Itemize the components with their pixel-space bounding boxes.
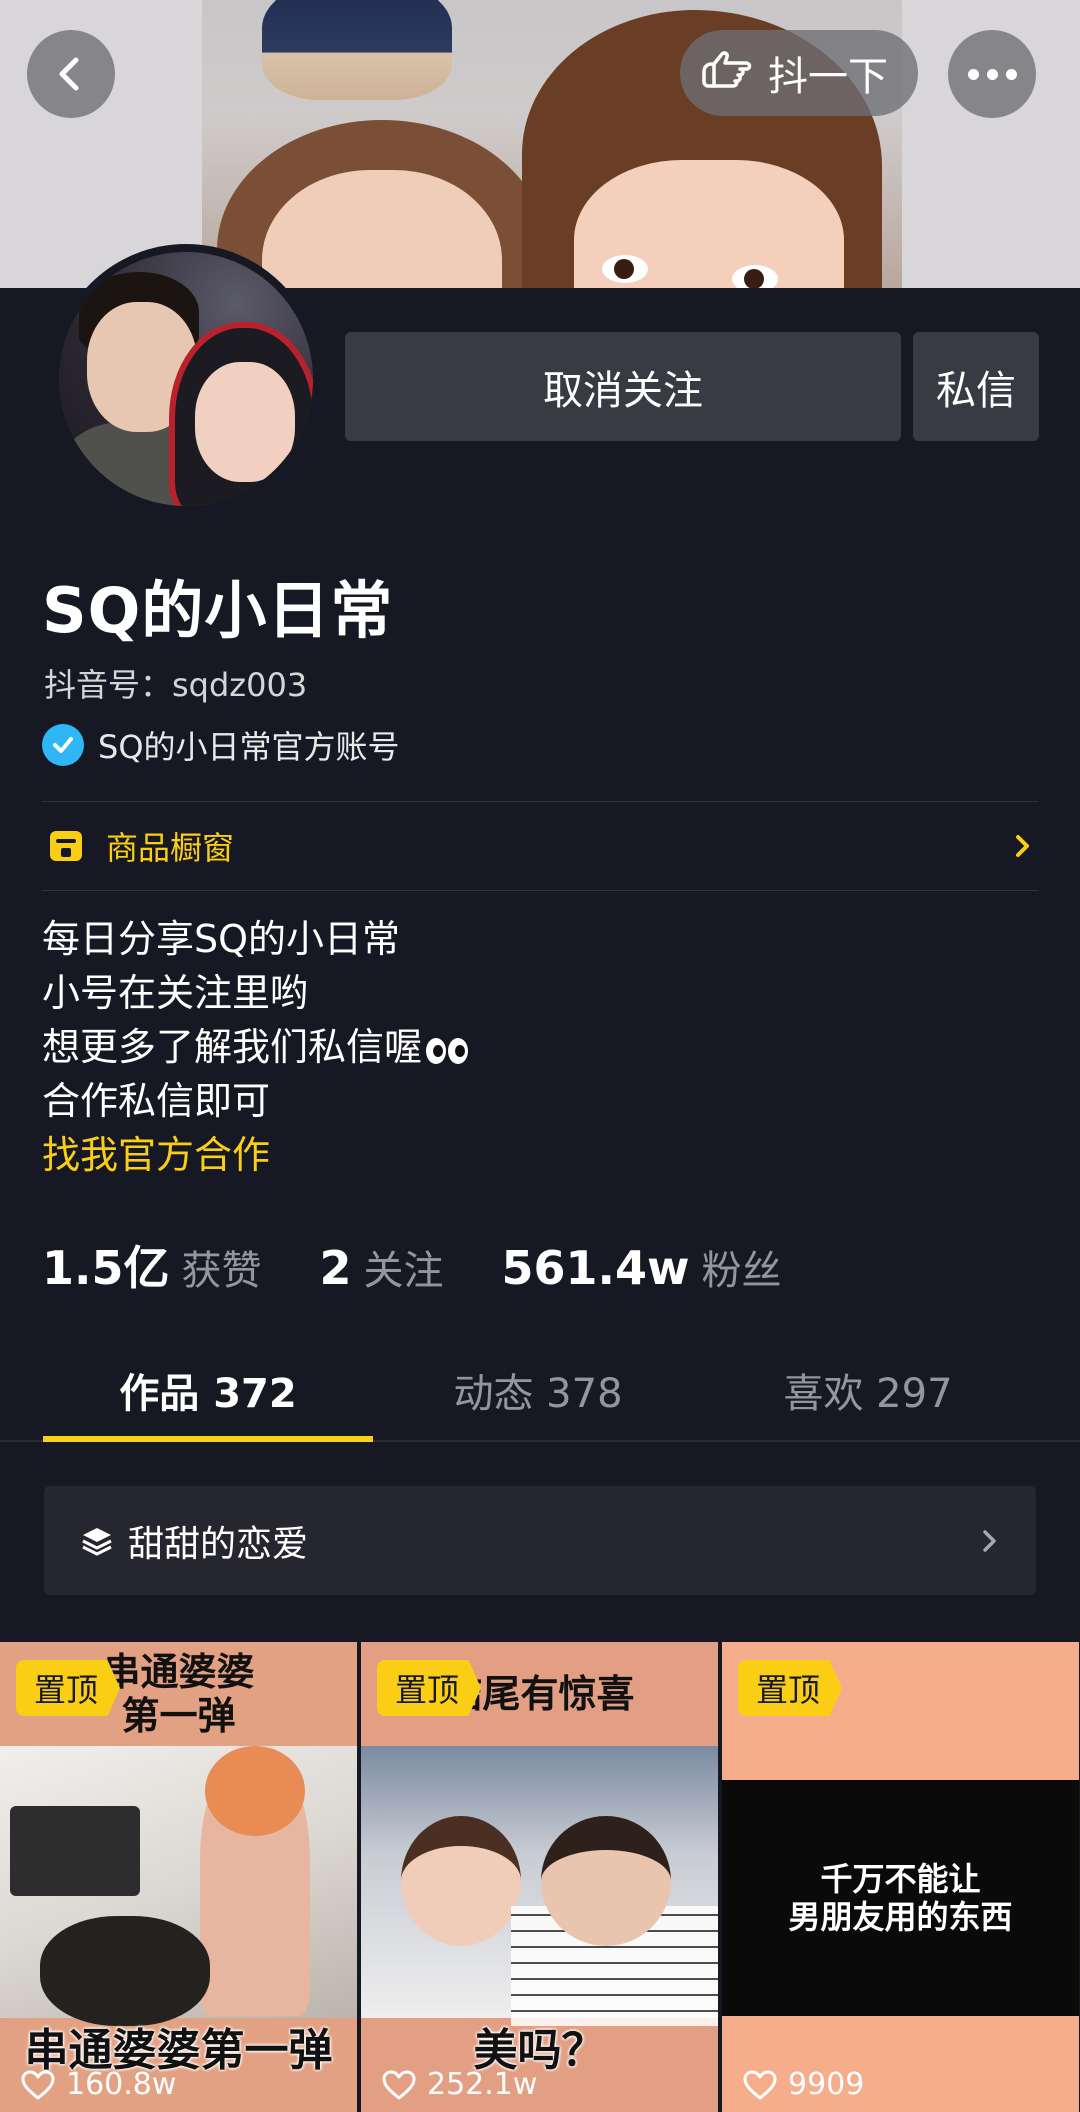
- video-grid: 串通婆婆 第一弹 置顶 串通婆婆第一弹 160.8w 结尾有惊喜 置顶 美吗？ …: [0, 1642, 1080, 2112]
- tab-likes[interactable]: 喜欢 297: [703, 1340, 1033, 1440]
- stat-label: 获赞: [181, 1248, 262, 1294]
- heart-outline-icon: [21, 2070, 55, 2099]
- stat-label: 粉丝: [701, 1248, 782, 1294]
- stat-value: 1.5亿: [42, 1241, 170, 1295]
- bio-line: 合作私信即可: [42, 1079, 271, 1123]
- nickname: SQ的小日常: [42, 574, 394, 647]
- video-thumbnail[interactable]: 结尾有惊喜 置顶 美吗？ 252.1w: [361, 1642, 718, 2112]
- heart-outline-icon: [382, 2070, 416, 2099]
- avatar[interactable]: [51, 244, 321, 514]
- verified-text: SQ的小日常官方账号: [98, 728, 400, 766]
- official-cooperation-link[interactable]: 找我官方合作: [42, 1128, 468, 1182]
- video-likes: 160.8w: [20, 2067, 176, 2102]
- likes-count: 9909: [788, 2067, 865, 2102]
- likes-count: 252.1w: [427, 2067, 538, 2102]
- shake-button[interactable]: 抖一下: [680, 30, 918, 116]
- pinned-badge: 置顶: [377, 1660, 482, 1716]
- stat-following[interactable]: 2 关注: [320, 1238, 444, 1296]
- video-thumbnail[interactable]: 置顶 千万不能让 男朋友用的东西 9909: [722, 1642, 1079, 2112]
- stat-followers[interactable]: 561.4w 粉丝: [502, 1238, 782, 1296]
- thumbnail-image: 千万不能让 男朋友用的东西: [722, 1780, 1079, 2016]
- shop-window-row[interactable]: 商品橱窗: [42, 802, 1038, 890]
- content-tabs: 作品 372 动态 378 喜欢 297: [0, 1340, 1080, 1442]
- heart-outline-icon: [743, 2070, 777, 2099]
- video-center-text: 千万不能让 男朋友用的东西: [788, 1860, 1013, 1936]
- stat-label: 关注: [363, 1248, 444, 1294]
- profile-stats: 1.5亿 获赞 2 关注 561.4w 粉丝: [42, 1232, 840, 1298]
- tabs-divider: [0, 1440, 1080, 1442]
- stat-likes: 1.5亿 获赞: [42, 1232, 262, 1298]
- layers-icon: [82, 1527, 112, 1555]
- likes-count: 160.8w: [66, 2067, 177, 2102]
- douyin-id: 抖音号：sqdz003: [44, 666, 308, 704]
- bio-line: 每日分享SQ的小日常: [42, 917, 401, 961]
- collection-label: 甜甜的恋爱: [128, 1523, 309, 1565]
- stat-value: 2: [319, 1241, 352, 1295]
- thumbnail-image: [361, 1746, 718, 2026]
- message-button[interactable]: 私信: [913, 332, 1039, 441]
- bio-line: 小号在关注里哟: [42, 971, 309, 1015]
- bio-line-with-emoji: 想更多了解我们私信喔: [42, 1020, 469, 1074]
- shop-window-label: 商品橱窗: [106, 829, 235, 867]
- more-dots-icon: [967, 68, 1017, 80]
- tab-works[interactable]: 作品 372: [43, 1340, 373, 1442]
- tab-dynamics[interactable]: 动态 378: [373, 1340, 703, 1440]
- stat-value: 561.4w: [501, 1241, 690, 1295]
- video-likes: 252.1w: [381, 2067, 537, 2102]
- shake-label: 抖一下: [768, 54, 888, 100]
- eyes-emoji-icon: [426, 1038, 469, 1064]
- profile-page: 抖一下 取消关注 私信 SQ的小日常 抖音号：sqdz003 SQ的小日常官方账…: [0, 0, 1080, 2112]
- collection-row[interactable]: 甜甜的恋爱: [44, 1486, 1036, 1595]
- video-likes: 9909: [742, 2067, 864, 2102]
- pinned-badge: 置顶: [738, 1660, 843, 1716]
- bio: 每日分享SQ的小日常 小号在关注里哟 想更多了解我们私信喔 合作私信即可 找我官…: [42, 912, 469, 1182]
- chevron-right-icon: [983, 1529, 996, 1552]
- verified-check-icon: [42, 724, 84, 766]
- unfollow-button[interactable]: 取消关注: [345, 332, 901, 441]
- pinned-badge: 置顶: [16, 1660, 121, 1716]
- shop-icon: [50, 831, 82, 861]
- back-button[interactable]: [27, 30, 115, 118]
- chevron-right-icon: [1016, 835, 1029, 857]
- back-arrow-icon: [59, 57, 79, 91]
- bio-line-text: 想更多了解我们私信喔: [42, 1025, 423, 1069]
- cover-image: 抖一下: [0, 0, 1080, 288]
- more-button[interactable]: [948, 30, 1036, 118]
- video-thumbnail[interactable]: 串通婆婆 第一弹 置顶 串通婆婆第一弹 160.8w: [0, 1642, 357, 2112]
- verified-badge: SQ的小日常官方账号: [42, 722, 400, 768]
- divider: [42, 890, 1038, 891]
- thumbnail-image: [0, 1746, 357, 2026]
- hand-pointer-icon: [702, 51, 752, 88]
